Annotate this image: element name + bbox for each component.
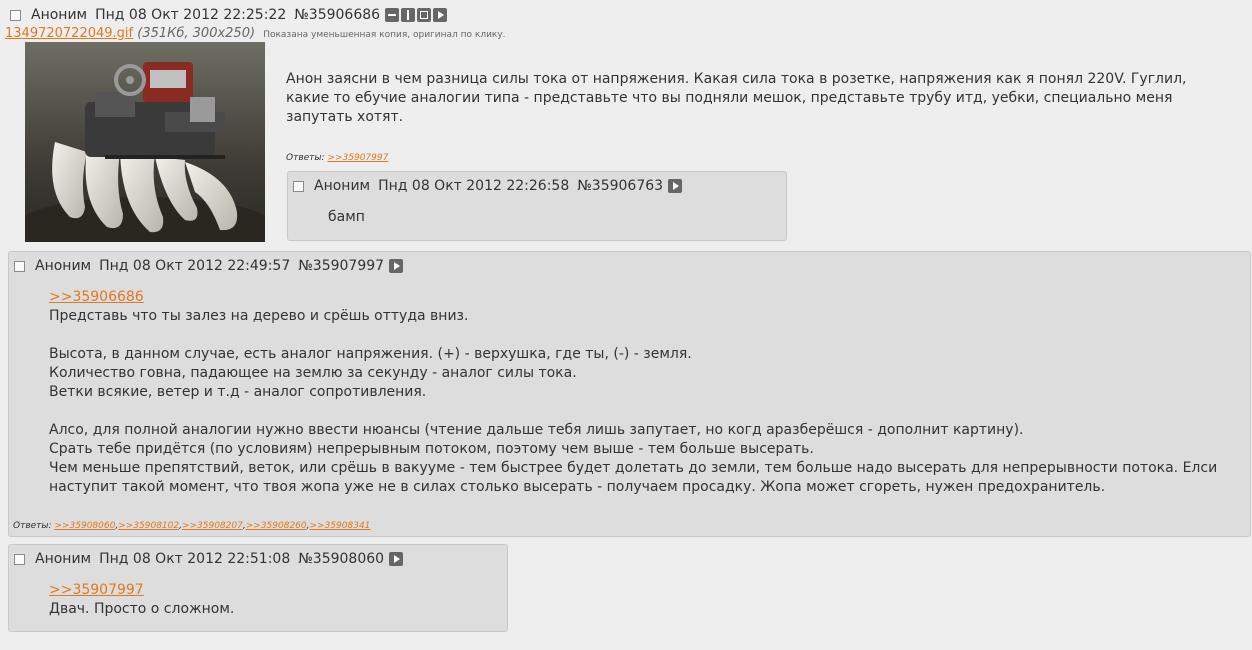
favorite-icon[interactable]: [417, 8, 432, 22]
op-author: Аноним: [31, 7, 88, 23]
op-replies: Ответы: >>35907997: [286, 153, 388, 163]
post-message: >>35907997 Двач. Просто о сложном.: [49, 581, 234, 619]
post-line: Ветки всякие, ветер и т.д - аналог сопро…: [49, 384, 427, 400]
reply-link[interactable]: >>35908207: [182, 521, 243, 531]
play-icon[interactable]: [668, 179, 683, 193]
play-icon[interactable]: [433, 8, 448, 22]
post-replies: Ответы: >>35908060,>>35908102,>>35908207…: [13, 521, 371, 531]
post-header: Аноним Пнд 08 Окт 2012 22:49:57 №3590799…: [14, 258, 404, 274]
quote-link[interactable]: >>35906686: [49, 289, 144, 305]
post-line: бамп: [328, 209, 365, 225]
post-replies-label: Ответы:: [13, 521, 52, 531]
reply-link[interactable]: >>35908102: [118, 521, 179, 531]
minus-icon[interactable]: [385, 8, 400, 22]
reply-post-35908060: Аноним Пнд 08 Окт 2012 22:51:08 №3590806…: [8, 544, 508, 632]
post-select-checkbox[interactable]: [14, 260, 25, 272]
expand-icon[interactable]: [401, 8, 416, 22]
op-number[interactable]: №35906686: [294, 7, 380, 23]
op-file-info: 1349720722049.gif (351Кб, 300x250) Показ…: [5, 26, 506, 41]
post-line: Срать тебе придётся (по условиям) непрер…: [49, 441, 814, 457]
post-line: Алсо, для полной аналогии нужно ввести н…: [49, 422, 1024, 438]
op-file-meta: (351Кб, 300x250): [137, 26, 256, 41]
op-header: Аноним Пнд 08 Окт 2012 22:25:22 №3590668…: [10, 7, 448, 23]
post-line: Двач. Просто о сложном.: [49, 601, 235, 617]
op-message: Анон заясни в чем разница силы тока от н…: [286, 71, 1187, 125]
post-date: Пнд 08 Окт 2012 22:49:57: [99, 258, 291, 274]
op-file-link[interactable]: 1349720722049.gif: [5, 26, 133, 41]
reply-link[interactable]: >>35908260: [246, 521, 307, 531]
post-date: Пнд 08 Окт 2012 22:26:58: [378, 178, 570, 194]
reply-post-35907997: Аноним Пнд 08 Окт 2012 22:49:57 №3590799…: [8, 251, 1251, 537]
post-message: бамп: [328, 208, 365, 227]
reply-post-35906763: Аноним Пнд 08 Окт 2012 22:26:58 №3590676…: [287, 171, 787, 241]
post-select-checkbox[interactable]: [14, 553, 25, 565]
post-number[interactable]: №35908060: [298, 551, 384, 567]
post-line: Представь что ты залез на дерево и срёшь…: [49, 308, 469, 324]
op-replies-label: Ответы:: [286, 153, 325, 163]
post-number[interactable]: №35907997: [298, 258, 384, 274]
play-icon[interactable]: [389, 259, 404, 273]
post-number[interactable]: №35906763: [577, 178, 663, 194]
thread-page: Аноним Пнд 08 Окт 2012 22:25:22 №3590668…: [0, 0, 1252, 650]
post-author: Аноним: [35, 258, 92, 274]
post-message: >>35906686 Представь что ты залез на дер…: [49, 288, 1224, 497]
op-date: Пнд 08 Окт 2012 22:25:22: [95, 7, 287, 23]
post-header: Аноним Пнд 08 Окт 2012 22:51:08 №3590806…: [14, 551, 404, 567]
post-author: Аноним: [35, 551, 92, 567]
post-line: Чем меньше препятствий, веток, или срёшь…: [49, 460, 1218, 495]
op-reply-link[interactable]: >>35907997: [327, 153, 388, 163]
post-author: Аноним: [314, 178, 371, 194]
op-file-note: Показана уменьшенная копия, оригинал по …: [263, 30, 506, 40]
post-select-checkbox[interactable]: [293, 180, 304, 192]
op-select-checkbox[interactable]: [10, 9, 21, 21]
quote-link[interactable]: >>35907997: [49, 582, 144, 598]
post-line: Высота, в данном случае, есть аналог нап…: [49, 346, 692, 362]
op-thumbnail-image[interactable]: [25, 42, 265, 242]
reply-link[interactable]: >>35908060: [54, 521, 115, 531]
post-line: Количество говна, падающее на землю за с…: [49, 365, 577, 381]
post-date: Пнд 08 Окт 2012 22:51:08: [99, 551, 291, 567]
play-icon[interactable]: [389, 552, 404, 566]
post-header: Аноним Пнд 08 Окт 2012 22:26:58 №3590676…: [293, 178, 683, 194]
reply-link[interactable]: >>35908341: [310, 521, 371, 531]
